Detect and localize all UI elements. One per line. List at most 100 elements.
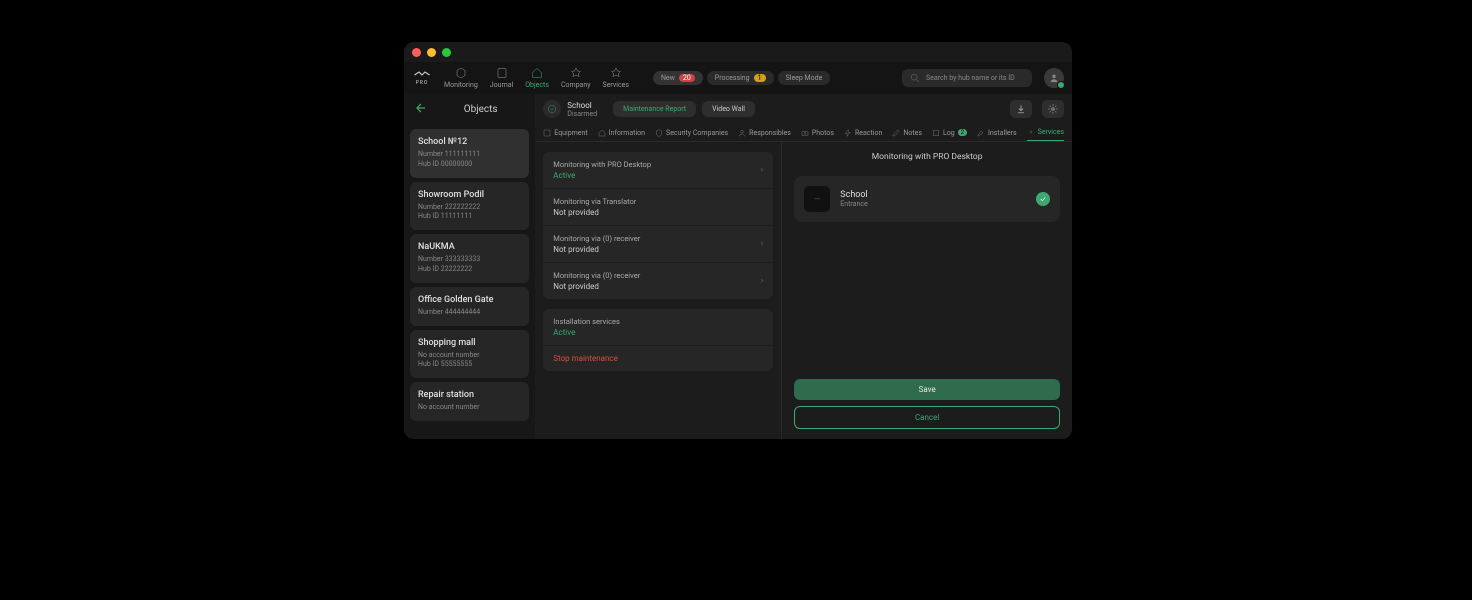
tab-reaction[interactable]: Reaction (844, 128, 882, 141)
service-status: Not provided (553, 245, 760, 254)
status-buttons: New 20 Processing1 Sleep Mode (653, 71, 830, 85)
nav-company-label: Company (561, 81, 591, 89)
nav-objects[interactable]: Objects (525, 67, 549, 89)
tab-responsibles[interactable]: Responsibles (738, 128, 791, 141)
tab-equipment-label: Equipment (554, 129, 587, 137)
object-number: Number 222222222 (418, 203, 521, 213)
tab-installers-label: Installers (988, 129, 1017, 137)
nav-monitoring-label: Monitoring (444, 81, 478, 89)
status-new-count: 20 (679, 74, 695, 82)
object-card[interactable]: Showroom Podil Number 222222222 Hub ID 1… (410, 182, 529, 231)
tab-notes-label: Notes (903, 129, 922, 137)
search-placeholder: Search by hub name or its ID (926, 74, 1015, 82)
close-dot[interactable] (412, 48, 421, 57)
object-number: No account number (418, 403, 521, 413)
person-icon (1049, 73, 1059, 83)
max-dot[interactable] (442, 48, 451, 57)
tab-services[interactable]: Services (1027, 128, 1064, 141)
video-wall-button[interactable]: Video Wall (702, 101, 755, 117)
services-column: Monitoring with PRO Desktop Active ›Moni… (535, 142, 781, 439)
object-number: Number 111111111 (418, 150, 521, 160)
tab-bar: Equipment Information Security Companies… (535, 124, 1072, 142)
object-card[interactable]: School №12 Number 111111111 Hub ID 00000… (410, 129, 529, 178)
stop-maintenance-label: Stop maintenance (553, 354, 618, 363)
service-row[interactable]: Monitoring via (0) receiver Not provided… (543, 226, 773, 263)
chevron-right-icon: › (761, 239, 764, 249)
hub-card[interactable]: — School Entrance (794, 176, 1060, 222)
service-row[interactable]: Monitoring with PRO Desktop Active › (543, 152, 773, 189)
tab-information[interactable]: Information (598, 128, 645, 141)
save-button[interactable]: Save (794, 379, 1060, 400)
tab-information-label: Information (609, 129, 645, 137)
nav-objects-label: Objects (525, 81, 549, 89)
nav-services[interactable]: Services (603, 67, 629, 89)
detail-hub-location: Entrance (840, 200, 1026, 208)
download-button[interactable] (1010, 100, 1032, 118)
check-icon (1036, 192, 1050, 206)
status-new[interactable]: New 20 (653, 71, 703, 85)
window-titlebar (404, 42, 1072, 62)
maintenance-report-button[interactable]: Maintenance Report (613, 101, 696, 117)
stop-maintenance-row[interactable]: Stop maintenance (543, 346, 773, 371)
logo: PRO (412, 68, 432, 88)
service-row[interactable]: Monitoring via Translator Not provided (543, 189, 773, 226)
detail-column: Monitoring with PRO Desktop — School Ent… (781, 142, 1072, 439)
object-name: Repair station (418, 390, 521, 400)
gear-icon (1048, 104, 1058, 114)
nav-monitoring[interactable]: Monitoring (444, 67, 478, 89)
pencil-icon (892, 129, 900, 137)
tab-services-label: Services (1038, 128, 1064, 136)
object-hubid: Hub ID 11111111 (418, 212, 521, 222)
service-status: Not provided (553, 282, 760, 291)
cancel-button[interactable]: Cancel (794, 406, 1060, 429)
object-card[interactable]: Repair station No account number (410, 382, 529, 421)
tab-notes[interactable]: Notes (892, 128, 922, 141)
detail-hub-name: School (840, 190, 1026, 200)
tab-responsibles-label: Responsibles (749, 129, 791, 137)
action-buttons: Save Cancel (794, 379, 1060, 429)
object-card[interactable]: Office Golden Gate Number 444444444 (410, 287, 529, 326)
user-avatar[interactable] (1044, 68, 1064, 88)
object-hubid: Hub ID 55555555 (418, 360, 521, 370)
service-status: Not provided (553, 208, 763, 217)
object-card[interactable]: NaUKMA Number 333333333 Hub ID 22222222 (410, 234, 529, 283)
chevron-right-icon: › (761, 165, 764, 175)
search-input[interactable]: Search by hub name or its ID (902, 69, 1032, 87)
list-icon (932, 129, 940, 137)
arrow-left-icon (414, 101, 428, 115)
tab-photos[interactable]: Photos (801, 128, 834, 141)
service-row[interactable]: Monitoring via (0) receiver Not provided… (543, 263, 773, 299)
nav-company[interactable]: Company (561, 67, 591, 89)
object-card[interactable]: Shopping mall No account number Hub ID 5… (410, 330, 529, 379)
tab-log-label: Log (943, 129, 955, 137)
tab-equipment[interactable]: Equipment (543, 128, 587, 141)
object-name: NaUKMA (418, 242, 521, 252)
back-button[interactable] (414, 100, 428, 119)
install-services-row[interactable]: Installation services Active (543, 309, 773, 346)
object-name: School №12 (418, 137, 521, 147)
nav-journal[interactable]: Journal (490, 67, 513, 89)
tab-log[interactable]: Log2 (932, 128, 967, 141)
sidebar-header: Objects (404, 94, 535, 125)
status-new-label: New (661, 74, 675, 82)
settings-button[interactable] (1042, 100, 1064, 118)
tab-installers[interactable]: Installers (977, 128, 1017, 141)
object-number: Number 444444444 (418, 308, 521, 318)
shield-icon (547, 104, 557, 114)
status-sleep[interactable]: Sleep Mode (778, 71, 831, 85)
hub-state-icon (543, 100, 561, 118)
tab-security[interactable]: Security Companies (655, 128, 728, 141)
min-dot[interactable] (427, 48, 436, 57)
header-buttons: Maintenance Report Video Wall (613, 101, 755, 117)
install-label: Installation services (553, 317, 763, 326)
service-label: Monitoring via Translator (553, 197, 763, 206)
top-nav: PRO Monitoring Journal Objects Company S… (404, 62, 1072, 94)
search-icon (910, 73, 920, 83)
tab-reaction-label: Reaction (855, 129, 882, 137)
chevron-right-icon: › (761, 276, 764, 286)
service-status: Active (553, 171, 760, 180)
main-header: School Disarmed Maintenance Report Video… (535, 94, 1072, 124)
body: Objects School №12 Number 111111111 Hub … (404, 94, 1072, 439)
status-processing[interactable]: Processing1 (707, 71, 774, 85)
install-status: Active (553, 328, 763, 337)
